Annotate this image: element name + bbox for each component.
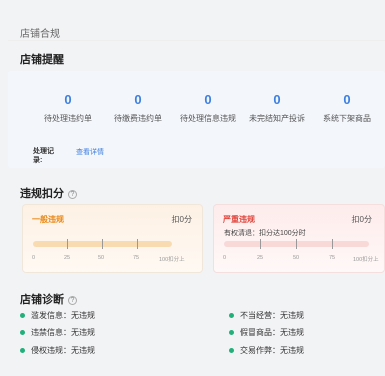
diagnosis-item: 假冒商品：无违规 (229, 327, 304, 338)
general-violation-score: 扣0分 (171, 215, 192, 224)
diagnosis-label: 违禁信息：无违规 (31, 328, 95, 337)
diagnosis-item: 侵权违规：无违规 (20, 345, 95, 356)
status-dot-icon (20, 313, 25, 319)
stat-delisted-products[interactable]: 0 系统下架商品 (312, 92, 382, 124)
bar-tick (332, 239, 333, 249)
severe-violation-card: 严重违规 扣0分 有权清退：扣分达100分时 0 25 50 75 100扣分上 (213, 204, 385, 273)
general-score-bar (33, 239, 172, 249)
divider (8, 40, 385, 41)
diagnosis-label: 交易作弊：无违规 (240, 346, 304, 355)
tick-label: 100扣分上 (353, 257, 379, 263)
diagnosis-item: 不当经营：无违规 (229, 310, 304, 321)
tick-label: 0 (223, 255, 227, 261)
diagnosis-title: 店铺诊断? (20, 291, 77, 307)
stat-info-violation[interactable]: 0 待处理信息违规 (173, 92, 243, 124)
severe-violation-title: 严重违规 (223, 215, 255, 224)
stat-value: 0 (273, 92, 281, 107)
page-title: 店铺合规 (20, 29, 60, 40)
view-details-link[interactable]: 查看详情 (76, 147, 104, 157)
stat-value: 0 (204, 92, 212, 107)
tick-label: 50 (293, 255, 300, 261)
bar-tick (260, 239, 261, 249)
stat-label: 未完结知产投诉 (249, 114, 305, 123)
status-dot-icon (229, 330, 234, 336)
stat-pending-payment[interactable]: 0 待缴费违约单 (103, 92, 173, 124)
general-violation-title: 一般违规 (32, 215, 64, 224)
tick-label: 0 (32, 255, 36, 261)
general-violation-card: 一般违规 扣0分 0 25 50 75 100扣分上 (22, 204, 203, 273)
diagnosis-label: 侵权违规：无违规 (31, 346, 95, 355)
deduction-title: 违规扣分? (20, 185, 77, 201)
stat-label: 系统下架商品 (323, 114, 371, 123)
reminder-title: 店铺提醒 (20, 54, 64, 66)
tick-label: 25 (64, 255, 71, 261)
tick-label: 100扣分上 (159, 257, 185, 263)
diagnosis-item: 违禁信息：无违规 (20, 327, 95, 338)
bar-tick (102, 239, 103, 249)
stat-pending-violation[interactable]: 0 待处理违约单 (33, 92, 103, 124)
status-dot-icon (229, 348, 234, 354)
stat-label: 待处理违约单 (44, 114, 92, 123)
stat-value: 0 (64, 92, 72, 107)
tick-label: 75 (133, 255, 140, 261)
diagnosis-item: 滥发信息：无违规 (20, 310, 95, 321)
record-label: 处理记录: (33, 148, 54, 164)
tick-label: 50 (98, 255, 105, 261)
diagnosis-title-text: 店铺诊断 (20, 294, 64, 306)
stat-label: 待缴费违约单 (114, 114, 162, 123)
bar-tick (296, 239, 297, 249)
diagnosis-label: 不当经营：无违规 (240, 311, 304, 320)
help-icon[interactable]: ? (68, 295, 77, 305)
reminder-card: 0 待处理违约单 0 待缴费违约单 0 待处理信息违规 0 未完结知产投诉 0 … (8, 71, 385, 168)
stat-ip-complaint[interactable]: 0 未完结知产投诉 (242, 92, 312, 124)
status-dot-icon (20, 348, 25, 354)
bar-tick (67, 239, 68, 249)
diagnosis-label: 假冒商品：无违规 (240, 328, 304, 337)
bar-tick (137, 239, 138, 249)
diagnosis-label: 滥发信息：无违规 (31, 311, 95, 320)
tick-label: 25 (257, 255, 264, 261)
help-icon[interactable]: ? (68, 189, 77, 199)
status-dot-icon (20, 330, 25, 336)
severe-violation-note: 有权清退：扣分达100分时 (224, 230, 306, 237)
stat-value: 0 (343, 92, 351, 107)
stat-value: 0 (134, 92, 142, 107)
status-dot-icon (229, 313, 234, 319)
page-header: 店铺合规 (8, 12, 385, 40)
deduction-title-text: 违规扣分 (20, 188, 64, 200)
severe-violation-score: 扣0分 (351, 215, 372, 224)
stat-label: 待处理信息违规 (180, 114, 236, 123)
tick-label: 75 (329, 255, 336, 261)
severe-score-bar (224, 239, 369, 249)
diagnosis-item: 交易作弊：无违规 (229, 345, 304, 356)
